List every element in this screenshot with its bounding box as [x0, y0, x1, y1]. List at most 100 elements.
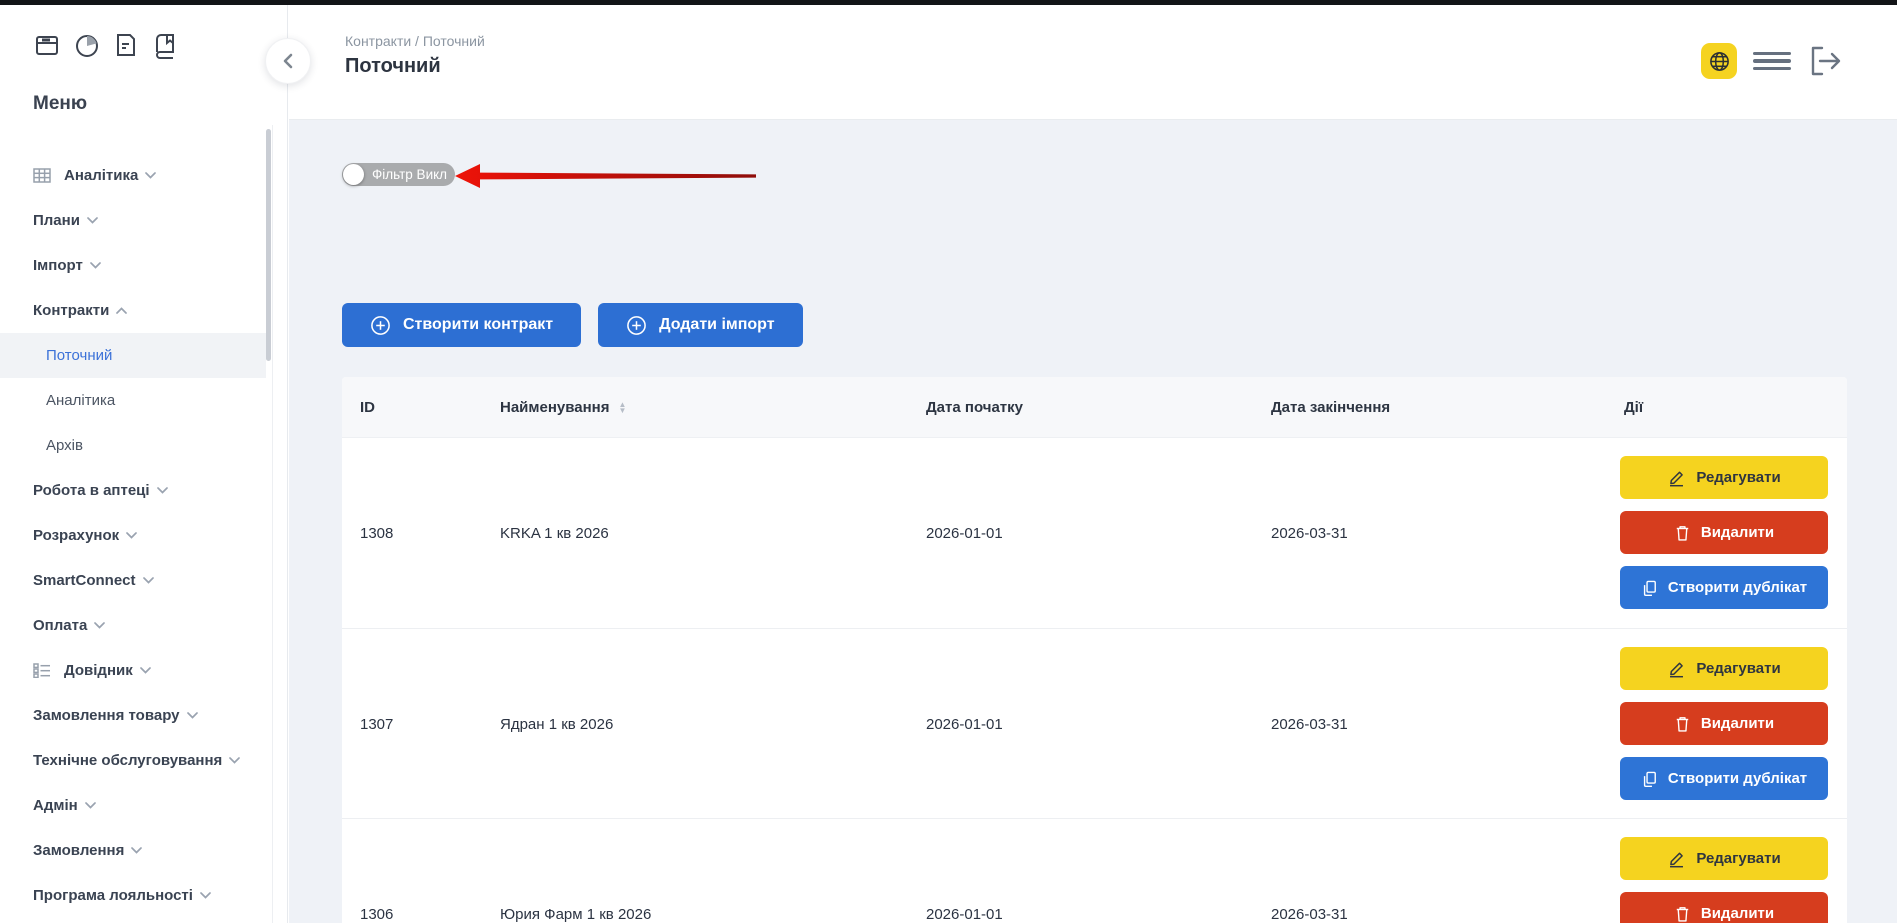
main-content: Фільтр Викл Створити контракт Додати імп…: [289, 120, 1897, 923]
chevron-down-icon: [131, 847, 142, 854]
copy-icon: [1641, 770, 1658, 788]
sidebar-item-label: Імпорт: [33, 257, 83, 274]
document-icon[interactable]: [113, 31, 139, 59]
cell-id: 1307: [360, 629, 393, 819]
chevron-down-icon: [187, 712, 198, 719]
sidebar-item-Довідник[interactable]: Довідник: [0, 648, 288, 693]
sidebar-collapse-button[interactable]: [265, 38, 311, 84]
duplicate-button-label: Створити дублікат: [1668, 579, 1807, 596]
table-body: 1308KRKA 1 кв 20262026-01-012026-03-31Ре…: [342, 438, 1847, 923]
delete-button[interactable]: Видалити: [1620, 892, 1828, 923]
globe-icon: [1708, 50, 1731, 73]
sidebar-item-Технічне обслуговування[interactable]: Технічне обслуговування: [0, 738, 288, 783]
filter-toggle-label: Фільтр Викл: [372, 167, 447, 182]
delete-button[interactable]: Видалити: [1620, 702, 1828, 745]
sidebar-item-Адмін[interactable]: Адмін: [0, 783, 288, 828]
sidebar-item-label: Розрахунок: [33, 527, 119, 544]
chevron-down-icon: [145, 172, 156, 179]
duplicate-button[interactable]: Створити дублікат: [1620, 566, 1828, 609]
delete-button[interactable]: Видалити: [1620, 511, 1828, 554]
sidebar-item-SmartConnect[interactable]: SmartConnect: [0, 558, 288, 603]
row-actions: Редагувати Видалити Створити дублікат: [1620, 456, 1828, 609]
sidebar-item-Плани[interactable]: Плани: [0, 198, 288, 243]
cell-end-date: 2026-03-31: [1271, 819, 1348, 923]
chevron-down-icon: [94, 622, 105, 629]
edit-button-label: Редагувати: [1696, 850, 1780, 867]
cell-name: Юрия Фарм 1 кв 2026: [500, 819, 651, 923]
duplicate-button[interactable]: Створити дублікат: [1620, 757, 1828, 800]
plus-circle-icon: [370, 315, 391, 336]
sidebar-item-label: Оплата: [33, 617, 87, 634]
edit-button[interactable]: Редагувати: [1620, 837, 1828, 880]
cell-start-date: 2026-01-01: [926, 629, 1003, 819]
column-header-id[interactable]: ID: [360, 377, 375, 438]
sidebar-item-Замовлення[interactable]: Замовлення: [0, 828, 288, 873]
sidebar-top-icons: [33, 31, 179, 59]
cell-end-date: 2026-03-31: [1271, 629, 1348, 819]
sidebar-item-label: Замовлення: [33, 842, 124, 859]
chevron-down-icon: [143, 577, 154, 584]
sidebar-subitem-label: Архів: [46, 437, 83, 454]
chevron-left-icon: [282, 53, 294, 69]
sidebar: Меню АналітикаПланиІмпортКонтрактиПоточн…: [0, 5, 288, 923]
chevron-down-icon: [85, 802, 96, 809]
sidebar-item-Замовлення товару[interactable]: Замовлення товару: [0, 693, 288, 738]
column-header-name[interactable]: Найменування ▲▼: [500, 377, 626, 438]
add-import-button[interactable]: Додати імпорт: [598, 303, 802, 347]
pie-chart-icon[interactable]: [73, 31, 101, 59]
table-row-1306: 1306Юрия Фарм 1 кв 20262026-01-012026-03…: [342, 818, 1847, 923]
language-globe-button[interactable]: [1701, 43, 1737, 79]
logout-icon[interactable]: [1807, 43, 1845, 79]
sidebar-item-Оплата[interactable]: Оплата: [0, 603, 288, 648]
book-icon[interactable]: [151, 31, 179, 59]
cell-name: Ядран 1 кв 2026: [500, 629, 613, 819]
delete-button-label: Видалити: [1701, 715, 1774, 732]
sidebar-menu: АналітикаПланиІмпортКонтрактиПоточнийАна…: [0, 153, 288, 918]
sidebar-subitem-Архів[interactable]: Архів: [0, 423, 266, 468]
sidebar-subitem-label: Поточний: [46, 347, 112, 364]
filter-toggle[interactable]: Фільтр Викл: [342, 163, 455, 186]
hamburger-menu-icon[interactable]: [1753, 52, 1791, 71]
sidebar-scrollbar-thumb[interactable]: [266, 129, 271, 361]
chevron-down-icon: [157, 487, 168, 494]
row-actions: РедагуватиВидалитиСтворити дублікат: [1620, 837, 1828, 923]
sidebar-subitem-Поточний[interactable]: Поточний: [0, 333, 266, 378]
cell-end-date: 2026-03-31: [1271, 438, 1348, 628]
sidebar-subitem-Аналітика[interactable]: Аналітика: [0, 378, 266, 423]
sort-icon[interactable]: ▲▼: [618, 402, 626, 414]
sidebar-item-Контракти[interactable]: Контракти: [0, 288, 288, 333]
sidebar-item-label: SmartConnect: [33, 572, 136, 589]
sidebar-item-label: Адмін: [33, 797, 78, 814]
sidebar-item-Аналітика[interactable]: Аналітика: [0, 153, 288, 198]
edit-button[interactable]: Редагувати: [1620, 647, 1828, 690]
page-header: Контракти / Поточний Поточний: [289, 5, 1897, 120]
trash-icon: [1674, 524, 1691, 542]
pencil-icon: [1667, 849, 1686, 868]
toggle-knob: [343, 164, 364, 185]
chevron-down-icon: [126, 532, 137, 539]
edit-button-label: Редагувати: [1696, 660, 1780, 677]
create-contract-button[interactable]: Створити контракт: [342, 303, 581, 347]
sidebar-item-Розрахунок[interactable]: Розрахунок: [0, 513, 288, 558]
sidebar-item-Імпорт[interactable]: Імпорт: [0, 243, 288, 288]
chevron-down-icon: [229, 757, 240, 764]
sidebar-item-label: Робота в аптеці: [33, 482, 150, 499]
column-header-start-date[interactable]: Дата початку: [926, 377, 1023, 438]
sidebar-subitem-label: Аналітика: [46, 392, 115, 409]
edit-button[interactable]: Редагувати: [1620, 456, 1828, 499]
cell-start-date: 2026-01-01: [926, 438, 1003, 628]
table-row-1308: 1308KRKA 1 кв 20262026-01-012026-03-31Ре…: [342, 438, 1847, 628]
cell-id: 1308: [360, 438, 393, 628]
trash-icon: [1674, 715, 1691, 733]
sidebar-item-label: Технічне обслуговування: [33, 752, 222, 769]
sidebar-item-label: Програма лояльності: [33, 887, 193, 904]
column-header-end-date[interactable]: Дата закінчення: [1271, 377, 1390, 438]
sidebar-item-Робота в аптеці[interactable]: Робота в аптеці: [0, 468, 288, 513]
copy-icon: [1641, 579, 1658, 597]
chevron-down-icon: [140, 667, 151, 674]
table-header-row: ID Найменування ▲▼ Дата початку Дата зак…: [342, 377, 1847, 438]
breadcrumb: Контракти / Поточний: [345, 33, 485, 49]
sidebar-item-Програма лояльності[interactable]: Програма лояльності: [0, 873, 288, 918]
trash-icon: [1674, 905, 1691, 923]
archive-box-icon[interactable]: [33, 31, 61, 59]
